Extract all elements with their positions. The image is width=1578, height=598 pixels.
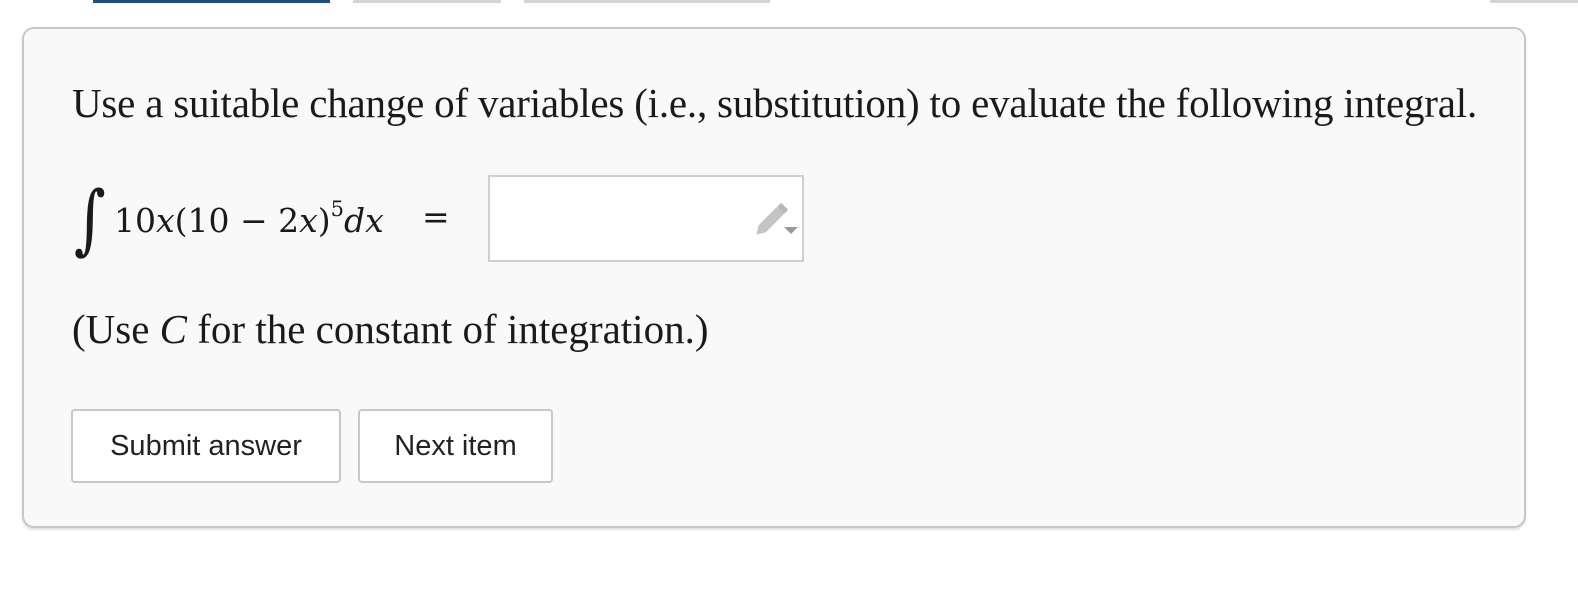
top-tab[interactable] [1490, 0, 1578, 3]
note-prefix: (Use [72, 306, 160, 352]
integrand-inner: (10 − 2 [174, 201, 300, 240]
integral-equation: ∫ 10x(10 − 2x)5dx = [72, 169, 804, 269]
note-suffix: for the constant of integration.) [187, 306, 709, 352]
note-constant: C [159, 306, 188, 352]
integrand: 10x(10 − 2x)5dx [114, 197, 384, 240]
question-card: Use a suitable change of variables (i.e.… [22, 27, 1526, 528]
integral-sign: ∫ [73, 174, 106, 263]
equals-sign: = [422, 197, 450, 236]
submit-answer-button[interactable]: Submit answer [71, 409, 341, 483]
question-prompt: Use a suitable change of variables (i.e.… [72, 80, 1477, 126]
integrand-close: ) [317, 201, 331, 240]
next-item-button[interactable]: Next item [358, 409, 553, 483]
top-tab-strip [0, 0, 1578, 6]
top-tab[interactable] [524, 0, 770, 3]
differential: dx [344, 201, 384, 240]
pencil-dropdown-icon[interactable] [754, 199, 800, 239]
top-tab[interactable] [353, 0, 501, 3]
integrand-coef: 10 [114, 201, 156, 240]
integrand-exponent: 5 [330, 197, 344, 221]
integrand-inner-var: x [299, 201, 318, 240]
integrand-var: x [156, 201, 175, 240]
integration-note: (Use C for the constant of integration.) [72, 305, 708, 353]
top-tab-active[interactable] [93, 0, 330, 3]
